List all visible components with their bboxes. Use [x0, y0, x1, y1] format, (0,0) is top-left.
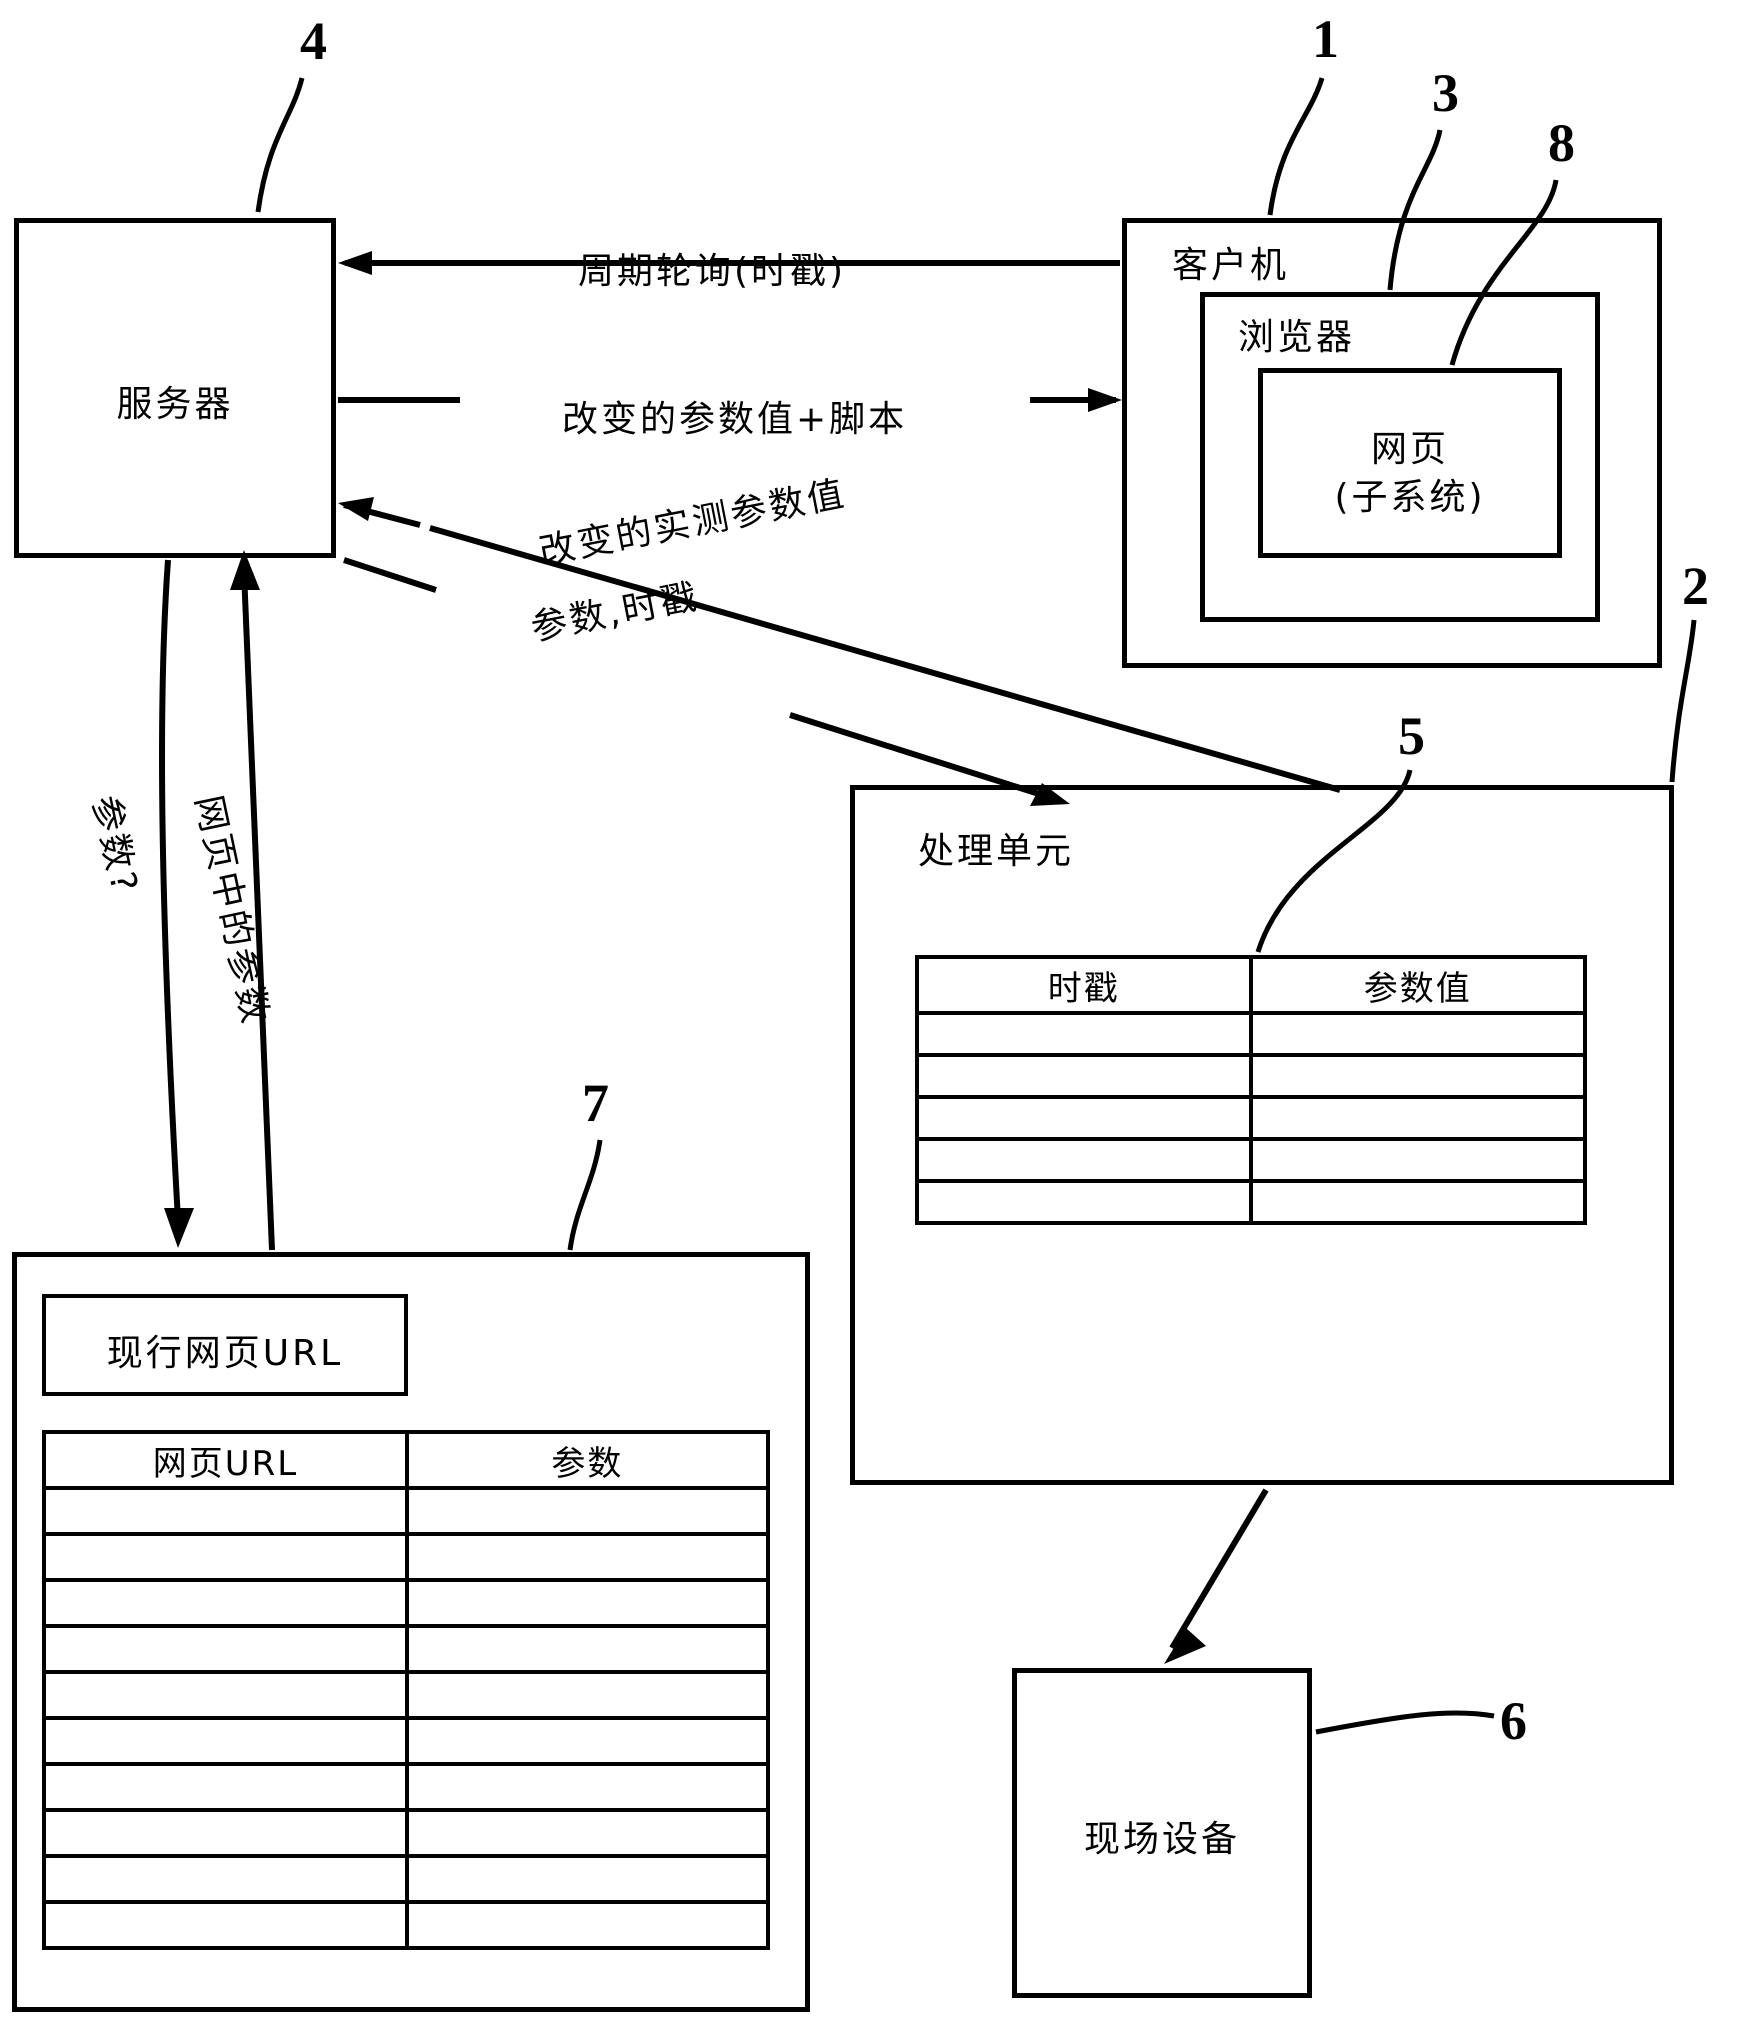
table-row: [915, 1095, 1588, 1141]
table-row: [42, 1808, 771, 1858]
table-row: [42, 1532, 771, 1582]
flow-label-params-timestamp: 参数,时戳: [527, 576, 703, 650]
table-cell: [1248, 1011, 1588, 1057]
flow-label-changed-measured-values: 改变的实测参数值: [535, 473, 850, 574]
url-table-header-param: 参数: [404, 1430, 771, 1490]
table-cell: [1248, 1095, 1588, 1141]
table-cell: [42, 1854, 409, 1904]
client-label: 客户机: [1172, 245, 1290, 286]
param-table-header-value: 参数值: [1248, 955, 1588, 1015]
flow-label-changed-params-script: 改变的参数值+脚本: [562, 399, 908, 440]
ref-number-1: 1: [1312, 9, 1339, 69]
table-row: [915, 1011, 1588, 1057]
server-label: 服务器: [116, 384, 234, 425]
table-cell: [42, 1808, 409, 1858]
table-row: [915, 1053, 1588, 1099]
table-cell: [1248, 1053, 1588, 1099]
table-row: [915, 1179, 1588, 1225]
table-cell: [404, 1854, 771, 1904]
table-row: [42, 1854, 771, 1904]
ref-number-8: 8: [1548, 113, 1575, 173]
ref-number-4: 4: [300, 11, 327, 71]
param-table-header-row: 时戳 参数值: [915, 955, 1588, 1015]
table-row: [42, 1670, 771, 1720]
table-row: [42, 1578, 771, 1628]
ref-number-2: 2: [1682, 556, 1709, 616]
table-cell: [404, 1624, 771, 1674]
table-cell: [404, 1532, 771, 1582]
current-url-label: 现行网页URL: [106, 1333, 344, 1374]
table-cell: [42, 1624, 409, 1674]
url-table: 网页URL 参数: [42, 1430, 771, 1950]
ref-number-6: 6: [1500, 1691, 1527, 1751]
field-device-label: 现场设备: [1083, 1819, 1240, 1860]
table-cell: [915, 1179, 1253, 1225]
table-row: [42, 1486, 771, 1536]
table-row: [42, 1624, 771, 1674]
table-cell: [1248, 1137, 1588, 1183]
url-table-header-url: 网页URL: [42, 1430, 409, 1490]
table-cell: [915, 1137, 1253, 1183]
table-row: [42, 1762, 771, 1812]
table-cell: [915, 1095, 1253, 1141]
table-cell: [404, 1900, 771, 1950]
table-cell: [42, 1486, 409, 1536]
patent-figure-canvas: 服务器 4 客户机 1 浏览器 3 网页 (子系统) 8 处理单元 2 5 时戳…: [0, 0, 1738, 2032]
table-cell: [42, 1670, 409, 1720]
table-cell: [42, 1716, 409, 1766]
table-cell: [42, 1900, 409, 1950]
table-cell: [404, 1578, 771, 1628]
table-cell: [915, 1011, 1253, 1057]
flow-label-param-query: 参数?: [84, 791, 146, 899]
table-cell: [404, 1762, 771, 1812]
table-cell: [404, 1808, 771, 1858]
ref-number-3: 3: [1432, 63, 1459, 123]
ref-number-7: 7: [582, 1073, 609, 1133]
flow-label-params-in-page: 网页中的参数: [187, 791, 276, 1030]
table-cell: [42, 1532, 409, 1582]
browser-label: 浏览器: [1238, 317, 1356, 358]
table-row: [42, 1900, 771, 1950]
table-row: [915, 1137, 1588, 1183]
table-cell: [404, 1486, 771, 1536]
web-page-label-line1: 网页: [1370, 429, 1449, 470]
url-table-header-row: 网页URL 参数: [42, 1430, 771, 1490]
table-cell: [1248, 1179, 1588, 1225]
processing-unit-label: 处理单元: [918, 831, 1075, 872]
param-table: 时戳 参数值: [915, 955, 1588, 1225]
web-page-label-line2: (子系统): [1334, 477, 1486, 518]
table-cell: [42, 1762, 409, 1812]
param-table-header-timestamp: 时戳: [915, 955, 1253, 1015]
table-cell: [404, 1670, 771, 1720]
table-cell: [42, 1578, 409, 1628]
flow-label-poll: 周期轮询(时戳): [578, 251, 847, 292]
ref-number-5: 5: [1398, 706, 1425, 766]
table-cell: [915, 1053, 1253, 1099]
table-cell: [404, 1716, 771, 1766]
table-row: [42, 1716, 771, 1766]
